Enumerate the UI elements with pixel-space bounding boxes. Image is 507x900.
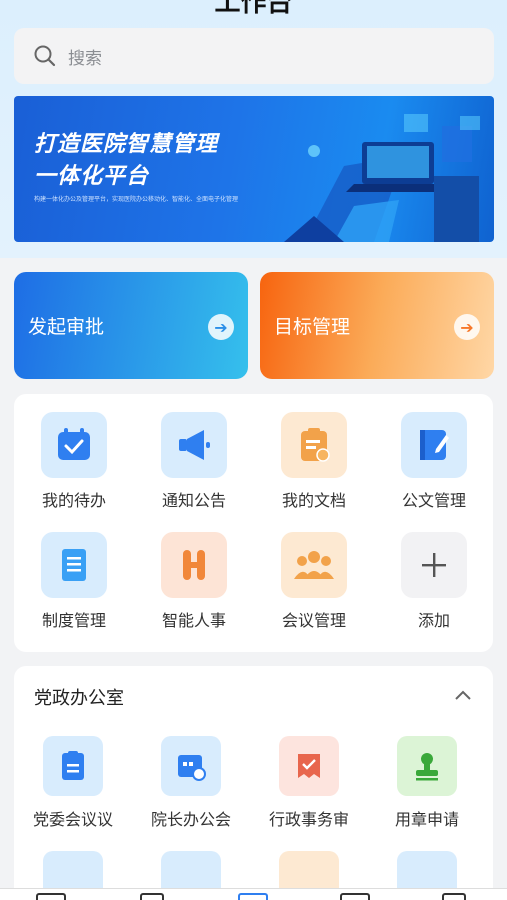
app-label: 公文管理 [401,491,466,510]
banner-title-line1: 打造医院智慧管理 [34,132,219,157]
app-label: 智能人事 [161,611,226,630]
banner-title-line2: 一体化平台 [34,164,150,189]
app-hr[interactable]: 智能人事 [134,532,254,631]
arrow-right-icon: ➔ [208,314,234,340]
app-official-docs[interactable]: 公文管理 [374,412,494,511]
start-approval-card[interactable]: 发起审批 ➔ [14,272,248,379]
plus-icon [401,532,467,598]
goal-management-label: 目标管理 [274,316,351,338]
tab-message-icon[interactable] [140,893,164,900]
search-bar[interactable]: 搜索 [14,28,494,84]
app-label: 添加 [417,611,450,630]
app-policy[interactable]: 制度管理 [14,532,134,631]
app-my-docs[interactable]: 我的文档 [254,412,374,511]
sec-item-party-meeting[interactable]: 党委会议议 [14,736,132,830]
megaphone-icon [161,412,227,478]
sec-item-label: 党委会议议 [32,810,113,829]
people-group-icon [281,532,347,598]
search-icon [34,45,56,67]
app-notice[interactable]: 通知公告 [134,412,254,511]
tab-workbench-icon[interactable] [238,893,268,900]
meeting-clipboard-icon [43,736,103,796]
goal-management-card[interactable]: 目标管理 ➔ [260,272,494,379]
tab-contacts-icon[interactable] [340,893,370,900]
calendar-refresh-icon [161,736,221,796]
sec-item-admin-affairs[interactable]: 行政事务审 [250,736,368,830]
document-icon [41,532,107,598]
section-title: 党政办公室 [34,688,124,709]
stamp-icon [397,736,457,796]
app-label: 制度管理 [41,611,106,630]
banner-illustration [284,114,480,242]
clipboard-icon [281,412,347,478]
party-office-section: 党政办公室 党委会议议 院长办公会 行政事务审 用章申请 [14,666,493,900]
approval-ticket-icon [279,736,339,796]
sec-item-label: 院长办公会 [150,810,231,829]
app-my-todo[interactable]: 我的待办 [14,412,134,511]
arrow-right-icon: ➔ [454,314,480,340]
search-placeholder: 搜索 [68,48,102,69]
page-title: 工作台 [214,0,293,18]
h-letter-icon [161,532,227,598]
app-label: 会议管理 [281,611,346,630]
app-grid: 我的待办 通知公告 我的文档 公文管理 制度管理 智能人事 会议管理 添加 [14,394,493,652]
app-label: 我的待办 [41,491,106,510]
banner-subtitle: 构建一体化办公及管理平台，实现医院办公移动化、智能化、全面电子化管理 [34,196,239,203]
sec-item-label: 用章申请 [394,810,459,829]
bottom-tab-bar [0,888,507,900]
promo-banner[interactable]: 打造医院智慧管理 一体化平台 构建一体化办公及管理平台，实现医院办公移动化、智能… [14,96,494,242]
chevron-up-icon[interactable] [453,686,473,706]
top-area: 工作台 搜索 打造医院智慧管理 一体化平台 构建一体化办公及管理平台，实现医院办… [0,0,507,258]
app-label: 通知公告 [161,491,226,510]
sec-item-seal-request[interactable]: 用章申请 [368,736,486,830]
app-meetings[interactable]: 会议管理 [254,532,374,631]
app-add[interactable]: 添加 [374,532,494,631]
sec-item-dean-meeting[interactable]: 院长办公会 [132,736,250,830]
app-label: 我的文档 [281,491,346,510]
tab-profile-icon[interactable] [442,893,466,900]
edit-book-icon [401,412,467,478]
tab-home-icon[interactable] [36,893,66,900]
sec-item-label: 行政事务审 [268,810,349,829]
start-approval-label: 发起审批 [28,316,105,338]
calendar-check-icon [41,412,107,478]
